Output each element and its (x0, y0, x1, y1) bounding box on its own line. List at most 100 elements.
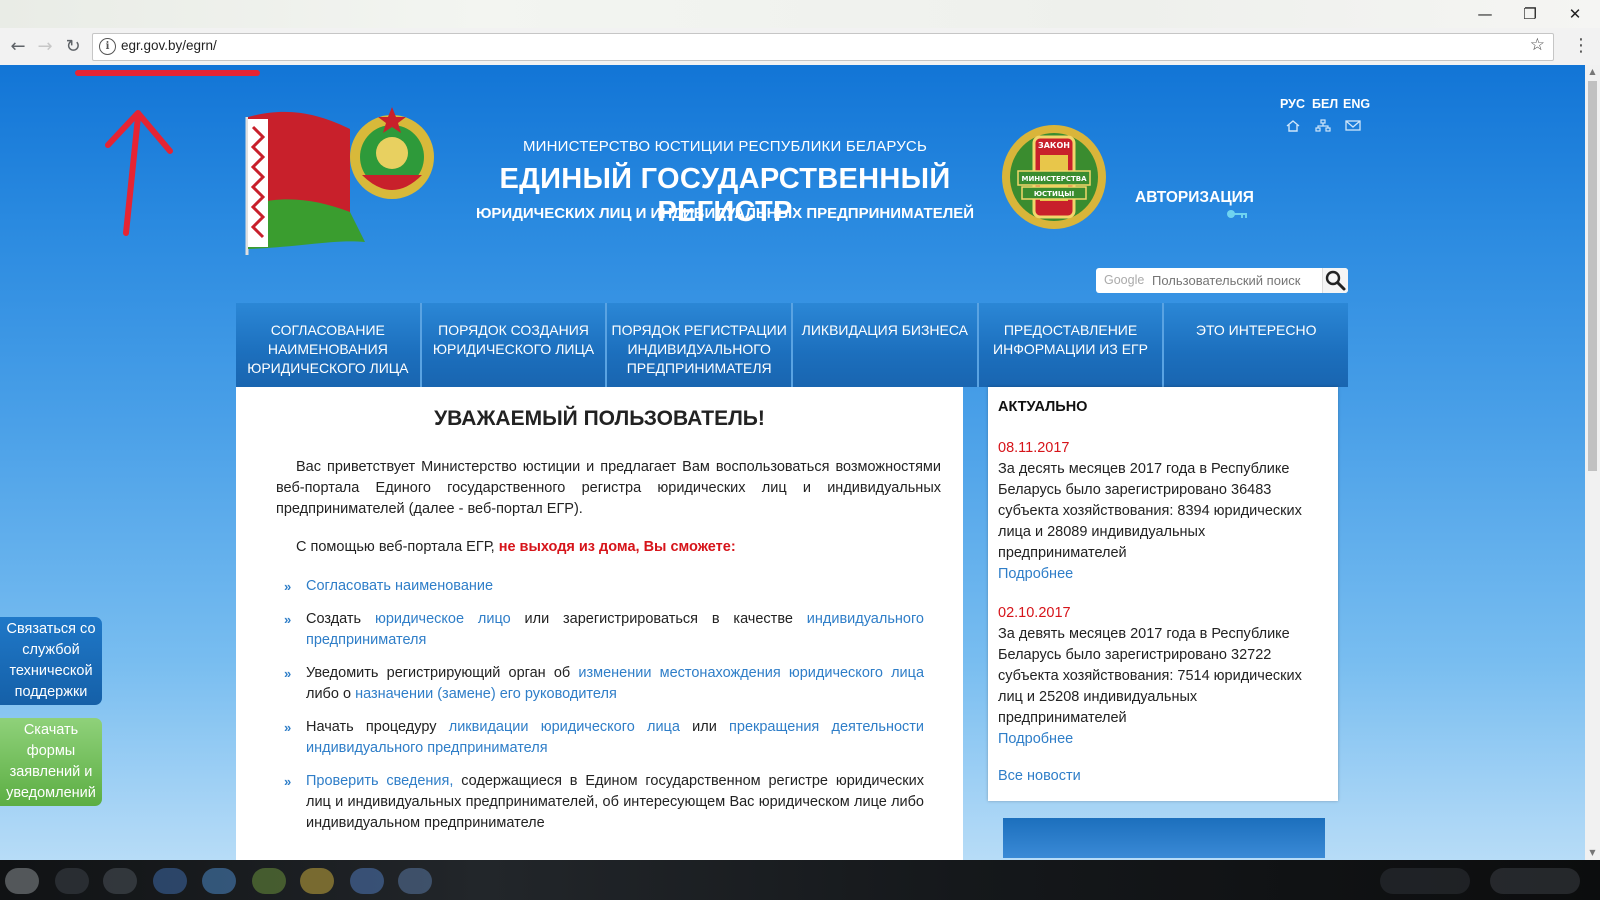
home-icon[interactable] (1285, 119, 1301, 132)
link-check-info[interactable]: Проверить сведения, (306, 773, 453, 789)
list-text: или (679, 719, 730, 735)
star-icon[interactable]: ☆ (1530, 35, 1545, 55)
taskbar-app-icon[interactable] (153, 868, 187, 894)
google-brand-label: Google (1104, 273, 1145, 287)
taskbar-app-icon[interactable] (55, 868, 89, 894)
scroll-up-icon[interactable]: ▲ (1585, 65, 1600, 79)
news-text: За десять месяцев 2017 года в Республике… (998, 461, 1302, 561)
badge-text-bottom: ЮСТИЦЫІ (1034, 190, 1074, 198)
taskbar (0, 860, 1600, 900)
taskbar-app-icon[interactable] (103, 868, 137, 894)
system-tray[interactable] (1380, 868, 1470, 894)
page-scrollbar[interactable]: ▲ ▼ (1585, 65, 1600, 860)
back-arrow-icon[interactable]: ← (6, 34, 30, 58)
capabilities-list: » Согласовать наименование » Создать юри… (284, 576, 924, 846)
news-text: За девять месяцев 2017 года в Республике… (998, 626, 1302, 726)
link-appoint-director[interactable]: назначении (замене) его руководителя (355, 686, 617, 702)
chevron-right-icon: » (284, 774, 292, 789)
nav-ip-registration[interactable]: ПОРЯДОК РЕГИСТРАЦИИ ИНДИВИДУАЛЬНОГО ПРЕД… (607, 303, 794, 387)
browser-titlebar: — ❐ ✕ (0, 0, 1600, 28)
lang-eng[interactable]: ENG (1343, 97, 1370, 111)
capabilities-highlight: не выходя из дома, Вы сможете: (498, 539, 736, 555)
sidebar-banner[interactable] (1003, 818, 1325, 858)
annotation-underline (75, 70, 260, 76)
capabilities-prefix: С помощью веб-портала ЕГР, (296, 539, 499, 555)
close-icon[interactable]: ✕ (1552, 2, 1598, 26)
browser-toolbar: ← → ↻ i egr.gov.by/egrn/ ☆ ⋮ (0, 28, 1600, 66)
chevron-right-icon: » (284, 579, 292, 594)
site-search: Google (1096, 268, 1362, 293)
link-approve-name[interactable]: Согласовать наименование (306, 578, 493, 594)
main-content: УВАЖАЕМЫЙ ПОЛЬЗОВАТЕЛЬ! Вас приветствует… (236, 387, 963, 860)
scroll-thumb[interactable] (1588, 81, 1597, 471)
news-sidebar: АКТУАЛЬНО 08.11.2017 За десять месяцев 2… (988, 387, 1338, 801)
badge-text-top: ЗАКОН (1038, 141, 1070, 150)
list-item: » Уведомить регистрирующий орган об изме… (284, 663, 924, 705)
forward-arrow-icon[interactable]: → (33, 34, 57, 58)
page-heading: УВАЖАЕМЫЙ ПОЛЬЗОВАТЕЛЬ! (434, 407, 765, 430)
list-text: Уведомить регистрирующий орган об (306, 665, 579, 681)
taskbar-app-icon[interactable] (350, 868, 384, 894)
news-title: АКТУАЛЬНО (998, 399, 1088, 415)
page-viewport: МИНИСТЕРСТВО ЮСТИЦИИ РЕСПУБЛИКИ БЕЛАРУСЬ… (0, 65, 1585, 860)
lang-rus[interactable]: РУС (1280, 97, 1305, 111)
news-item: 08.11.2017 За десять месяцев 2017 года в… (998, 438, 1328, 585)
lang-bel[interactable]: БЕЛ (1312, 97, 1338, 111)
info-icon[interactable]: i (99, 38, 116, 55)
capabilities-intro: С помощью веб-портала ЕГР, не выходя из … (296, 539, 936, 555)
link-liquidation[interactable]: ликвидации юридического лица (449, 719, 680, 735)
nav-egr-information[interactable]: ПРЕДОСТАВЛЕНИЕ ИНФОРМАЦИИ ИЗ ЕГР (978, 303, 1165, 387)
intro-paragraph: Вас приветствует Министерство юстиции и … (276, 459, 941, 517)
reload-icon[interactable]: ↻ (61, 34, 85, 58)
nav-legal-entity-creation[interactable]: ПОРЯДОК СОЗДАНИЯ ЮРИДИЧЕСКОГО ЛИЦА (421, 303, 608, 387)
taskbar-app-icon[interactable] (300, 868, 334, 894)
chevron-right-icon: » (284, 720, 292, 735)
news-date: 02.10.2017 (998, 605, 1071, 621)
mail-icon[interactable] (1345, 119, 1361, 132)
ministry-name: МИНИСТЕРСТВО ЮСТИЦИИ РЕСПУБЛИКИ БЕЛАРУСЬ (522, 138, 928, 155)
address-bar[interactable]: i egr.gov.by/egrn/ ☆ (92, 33, 1554, 61)
search-icon (1325, 270, 1346, 291)
sitemap-icon[interactable] (1315, 119, 1331, 132)
auth-link[interactable]: АВТОРИЗАЦИЯ (1135, 189, 1254, 207)
nav-business-liquidation[interactable]: ЛИКВИДАЦИЯ БИЗНЕСА (793, 303, 979, 387)
support-tab[interactable]: Связаться со службой технической поддерж… (0, 617, 102, 705)
nav-interesting[interactable]: ЭТО ИНТЕРЕСНО (1164, 303, 1349, 387)
list-item: » Проверить сведения, содержащиеся в Еди… (284, 771, 924, 834)
browser-menu-icon[interactable]: ⋮ (1572, 34, 1590, 58)
list-text: Начать процедуру (306, 719, 449, 735)
news-more-link[interactable]: Подробнее (998, 564, 1328, 585)
chevron-right-icon: » (284, 612, 292, 627)
taskbar-app-icon[interactable] (398, 868, 432, 894)
state-emblem-icon (350, 107, 434, 199)
list-text: Создать (306, 611, 375, 627)
badge-text-middle: МИНИСТЕРСТВА (1021, 175, 1087, 183)
list-item: » Согласовать наименование (284, 576, 924, 597)
link-legal-entity[interactable]: юридическое лицо (375, 611, 511, 627)
news-more-link[interactable]: Подробнее (998, 729, 1328, 750)
list-item: » Начать процедуру ликвидации юридическо… (284, 717, 924, 759)
site-subtitle: ЮРИДИЧЕСКИХ ЛИЦ И ИНДИВИДУАЛЬНЫХ ПРЕДПРИ… (475, 205, 975, 222)
taskbar-app-icon[interactable] (252, 868, 286, 894)
list-text: либо о (306, 686, 356, 702)
news-date: 08.11.2017 (998, 440, 1070, 456)
ministry-badge-icon: ЗАКОН МИНИСТЕРСТВА ЮСТИЦЫІ (1002, 125, 1106, 229)
minimize-icon[interactable]: — (1462, 2, 1508, 26)
scroll-down-icon[interactable]: ▼ (1585, 846, 1600, 860)
nav-name-approval[interactable]: СОГЛАСОВАНИЕ НАИМЕНОВАНИЯ ЮРИДИЧЕСКОГО Л… (236, 303, 422, 387)
taskbar-app-icon[interactable] (202, 868, 236, 894)
address-url[interactable]: egr.gov.by/egrn/ (121, 38, 217, 53)
list-text: или зарегистрироваться в качестве (510, 611, 807, 627)
news-item: 02.10.2017 За девять месяцев 2017 года в… (998, 603, 1328, 750)
list-item: » Создать юридическое лицо или зарегистр… (284, 609, 924, 651)
search-button[interactable] (1322, 268, 1348, 293)
key-icon[interactable] (1226, 208, 1248, 220)
download-forms-tab[interactable]: Скачать формы заявлений и уведомлений (0, 718, 102, 806)
restore-icon[interactable]: ❐ (1507, 2, 1553, 26)
all-news-link[interactable]: Все новости (998, 768, 1081, 784)
chevron-right-icon: » (284, 666, 292, 681)
clock[interactable] (1490, 868, 1580, 894)
link-change-location[interactable]: изменении местонахождения юридического л… (578, 665, 924, 681)
start-icon[interactable] (5, 868, 39, 894)
annotation-arrow-icon (105, 110, 173, 236)
